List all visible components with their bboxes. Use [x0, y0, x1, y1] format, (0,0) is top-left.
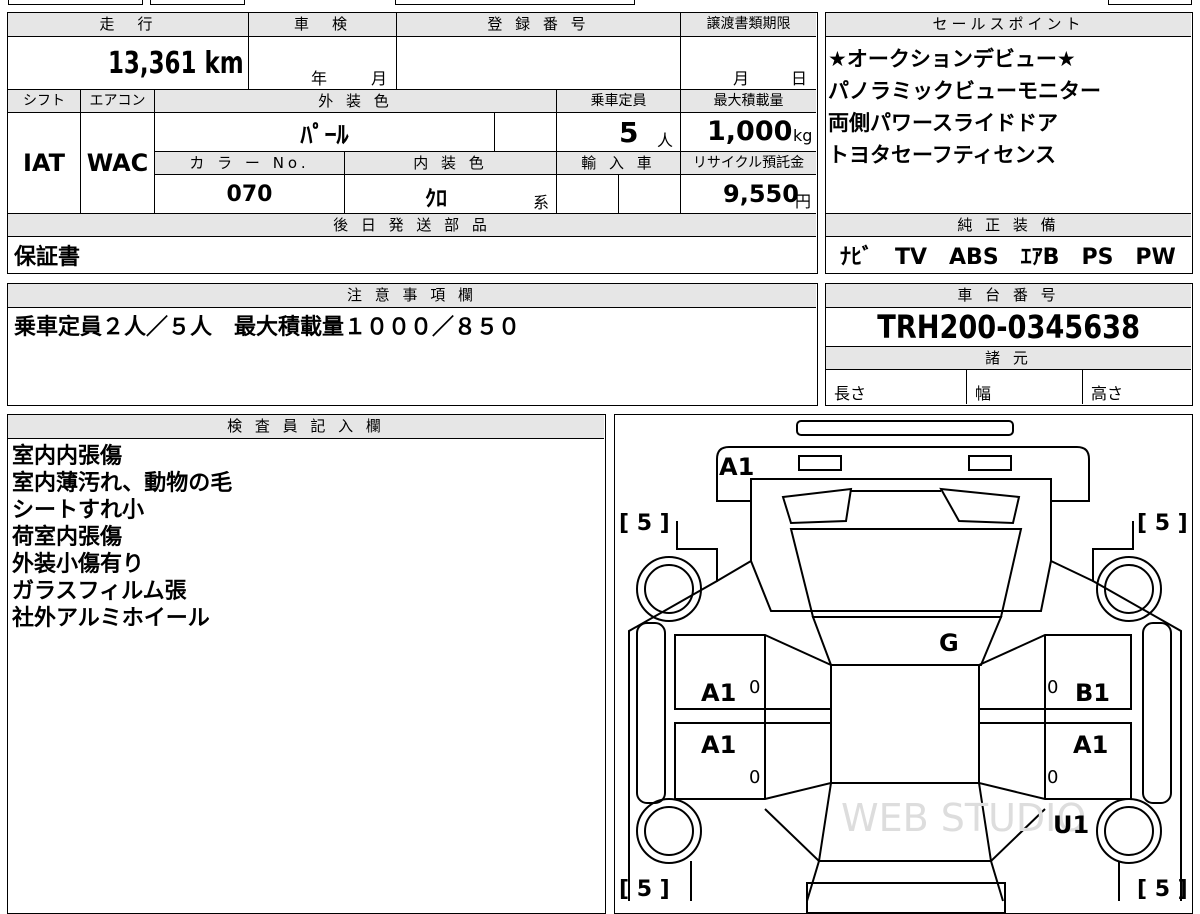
sales-point-1: ★オークションデビュー★	[828, 47, 1076, 71]
sales-points-header: セールスポイント	[826, 13, 1191, 37]
spec-width: 幅	[966, 370, 1082, 404]
specs-header: 諸 元	[826, 346, 1191, 370]
hood-inner	[789, 528, 1023, 618]
wheel-front-left	[636, 556, 702, 622]
capacity-header: 乗車定員	[556, 89, 680, 113]
import-header: 輸 入 車	[556, 151, 680, 175]
front-bumper	[796, 420, 1014, 436]
transfer-deadline-value: 月 日	[680, 37, 816, 89]
inspection-value: 年 月	[248, 37, 396, 89]
inspector-line: 室内内張傷	[12, 444, 123, 469]
top-cut-text	[262, 0, 362, 4]
spec-length: 長さ	[834, 384, 867, 403]
inspector-line: ガラスフィルム張	[12, 579, 187, 604]
windshield	[811, 616, 1003, 666]
front-grille	[716, 446, 1090, 502]
zero-mark: 0	[1047, 767, 1059, 788]
tire-mark-rear-left: [ 5 ]	[619, 877, 670, 902]
wheel-rear-right-inner	[1104, 806, 1154, 856]
exterior-color-header: 外 装 色	[154, 89, 556, 113]
right-rail	[1142, 622, 1172, 804]
diagram-watermark: WEB STUDIO	[841, 796, 1086, 840]
damage-mark-right-front-door: B1	[1075, 679, 1110, 707]
inspector-line: 外装小傷有り	[12, 552, 145, 577]
wheel-rear-right	[1096, 798, 1162, 864]
mileage-header: 走 行	[8, 13, 248, 37]
notes-box: 注 意 事 項 欄 乗車定員２人／５人 最大積載量１０００／８５０	[7, 283, 818, 406]
headlight-right	[968, 455, 1012, 471]
exterior-color-extra	[494, 113, 556, 151]
sales-point-2: パノラミックビューモニター	[828, 79, 1101, 103]
registration-header: 登 録 番 号	[396, 13, 680, 37]
notes-value: 乗車定員２人／５人 最大積載量１０００／８５０	[14, 315, 521, 340]
color-no-header: カ ラ ー No.	[154, 151, 344, 175]
inspection-header: 車 検	[248, 13, 396, 37]
interior-color-header: 内 装 色	[344, 151, 556, 175]
month-unit: 月	[371, 69, 388, 88]
tire-mark-front-right: [ 5 ]	[1137, 511, 1188, 536]
rear-bumper	[806, 882, 1006, 913]
left-rail	[636, 622, 666, 804]
car-diagram-box: WEB STUDIO [ 5 ] [ 5 ] [ 5 ] [ 5 ] A1 G …	[614, 414, 1193, 914]
inspector-line: 社外アルミホイール	[12, 606, 210, 631]
wheel-front-right-inner	[1104, 564, 1154, 614]
inspector-header: 検 査 員 記 入 欄	[8, 415, 604, 439]
damage-mark-left-front-door: A1	[701, 679, 737, 707]
notes-header: 注 意 事 項 欄	[8, 284, 816, 308]
chassis-box: 車 台 番 号 TRH200-0345638 諸 元 長さ 幅 高さ	[825, 283, 1193, 406]
zero-mark: 0	[749, 677, 761, 698]
inspector-line: 荷室内張傷	[12, 525, 123, 550]
deadline-day-unit: 日	[791, 69, 808, 88]
damage-mark-left-rear-door: A1	[701, 731, 737, 759]
transfer-deadline-header: 譲渡書類期限	[680, 13, 816, 37]
spec-height: 高さ	[1082, 370, 1191, 404]
recycle-header: リサイクル預託金	[680, 151, 816, 175]
capacity-value: 5 人	[556, 113, 680, 151]
vehicle-info-table: 走 行 車 検 登 録 番 号 譲渡書類期限 13,361 km 年 月 月 日…	[7, 12, 818, 274]
registration-value	[396, 37, 680, 89]
max-load-header: 最大積載量	[680, 89, 816, 113]
max-load-value: 1,000 kg	[680, 113, 816, 151]
recycle-value: 9,550 円	[680, 175, 816, 213]
later-parts-header: 後 日 発 送 部 品	[8, 213, 816, 237]
damage-mark-right-rear-door: A1	[1073, 731, 1109, 759]
damage-mark-front: A1	[719, 453, 755, 481]
deadline-month-unit: 月	[733, 69, 750, 88]
shift-header: シフト	[8, 89, 80, 113]
wheel-front-left-inner	[644, 564, 694, 614]
chassis-value: TRH200-0345638	[877, 308, 1140, 346]
car-diagram: WEB STUDIO	[628, 420, 1182, 913]
zero-mark: 0	[749, 767, 761, 788]
mileage-value: 13,361 km	[108, 45, 244, 81]
import-value-1	[556, 175, 618, 213]
import-value-2	[618, 175, 680, 213]
tire-mark-front-left: [ 5 ]	[619, 511, 670, 536]
year-unit: 年	[311, 69, 328, 88]
sales-points-box: セールスポイント ★オークションデビュー★ パノラミックビューモニター 両側パワ…	[825, 12, 1193, 274]
inspector-line: 室内薄汚れ、動物の毛	[12, 471, 233, 496]
sales-point-3: 両側パワースライドドア	[828, 111, 1058, 135]
inspector-box: 検 査 員 記 入 欄 室内内張傷 室内薄汚れ、動物の毛 シートすれ小 荷室内張…	[7, 414, 606, 914]
inspector-line: シートすれ小	[12, 498, 145, 523]
exterior-color-value: ﾊﾟｰﾙ	[154, 113, 494, 151]
top-strip	[0, 0, 1200, 8]
aircon-header: エアコン	[80, 89, 154, 113]
headlight-left	[798, 455, 842, 471]
shift-value: IAT	[22, 149, 65, 177]
roof	[830, 664, 980, 784]
aircon-value: WAC	[80, 113, 154, 213]
chassis-header: 車 台 番 号	[826, 284, 1191, 308]
wheel-rear-left-inner	[644, 806, 694, 856]
wheel-rear-left	[636, 798, 702, 864]
color-no-value: 070	[154, 175, 344, 213]
equipment-header: 純 正 装 備	[826, 213, 1191, 237]
interior-color-value: ｸﾛ 系	[344, 175, 556, 213]
damage-mark-rear-right: U1	[1053, 811, 1090, 839]
later-parts-value: 保証書	[14, 245, 81, 270]
damage-mark-roof: G	[939, 629, 959, 657]
zero-mark: 0	[1047, 677, 1059, 698]
equipment-value: ﾅﾋﾞ TV ABS ｴｱB PS PW	[840, 245, 1176, 270]
tire-mark-rear-right: [ 5 ]	[1137, 877, 1188, 902]
sales-point-4: トヨタセーフティセンス	[828, 143, 1057, 167]
